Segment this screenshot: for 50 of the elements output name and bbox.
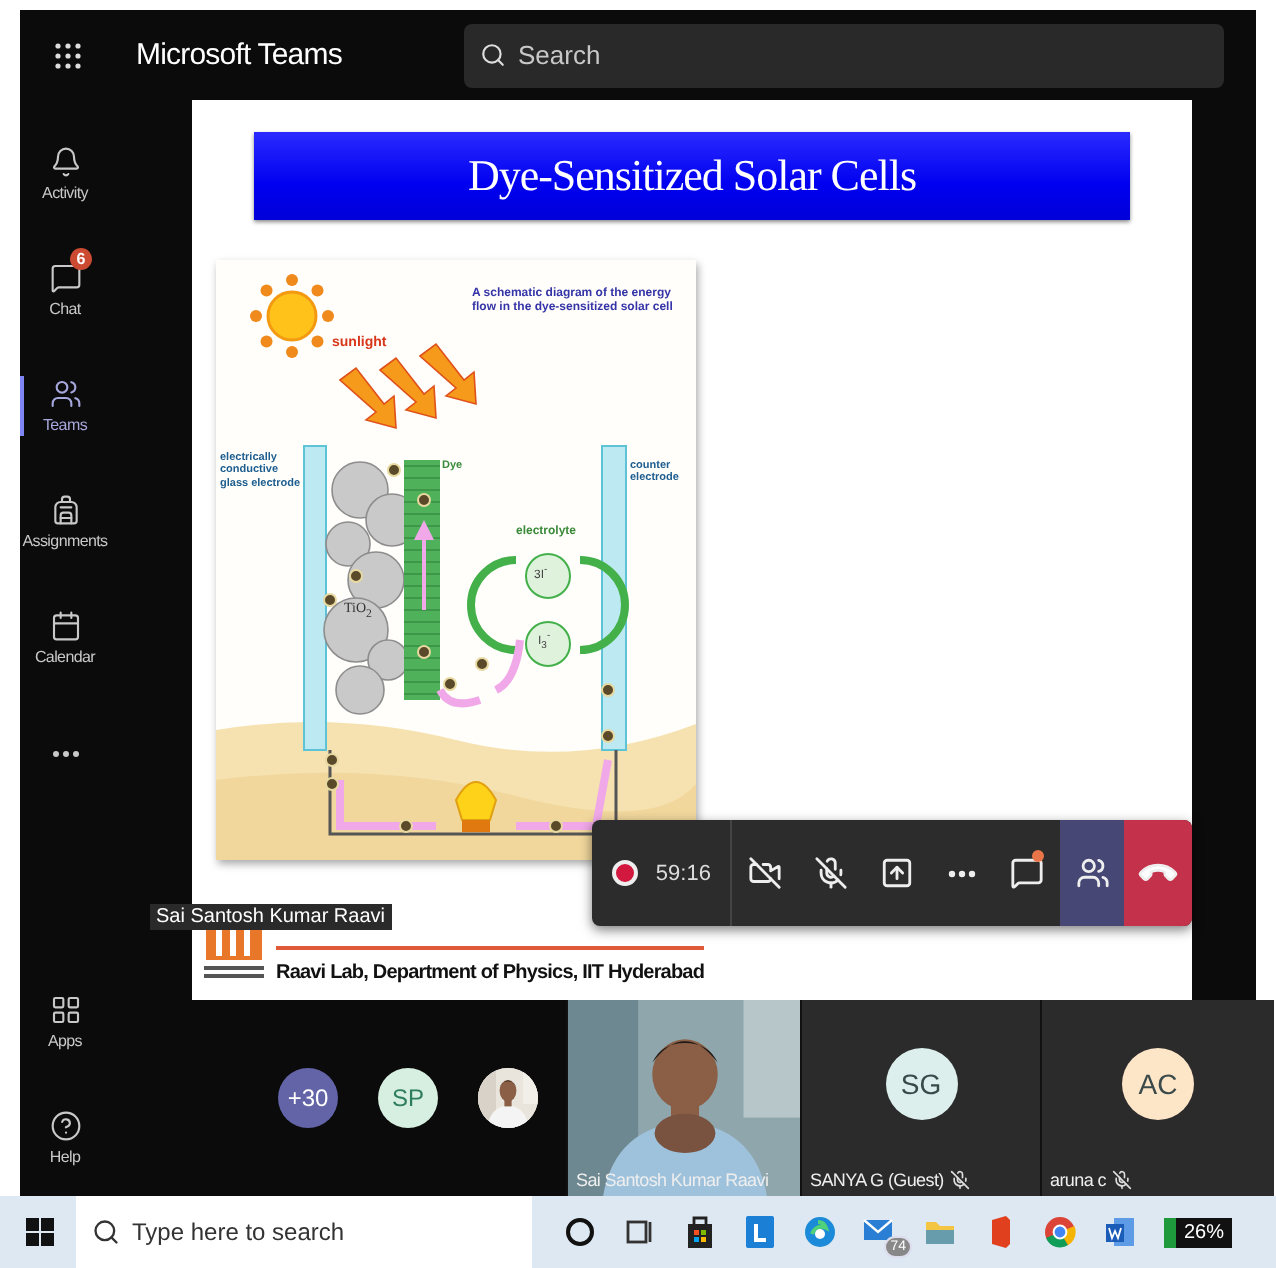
mic-off-icon bbox=[813, 856, 848, 890]
participant-name: aruna c bbox=[1050, 1170, 1106, 1190]
camera-off-icon bbox=[748, 856, 783, 890]
call-timer: 59:16 bbox=[655, 861, 711, 885]
rail-item[interactable]: Assignments bbox=[20, 464, 110, 580]
bell-icon bbox=[49, 146, 81, 178]
battery-indicator: 26% bbox=[1164, 1217, 1233, 1247]
browser-icon[interactable] bbox=[800, 1212, 840, 1252]
backpack-icon bbox=[49, 494, 81, 526]
windows-start-icon[interactable] bbox=[20, 1212, 60, 1252]
search-icon bbox=[480, 42, 506, 68]
chat-icon bbox=[1009, 856, 1044, 890]
rail-item[interactable]: Chat 6 bbox=[20, 232, 110, 348]
participants-button[interactable] bbox=[1059, 820, 1125, 926]
rail-item[interactable]: Activity bbox=[20, 116, 110, 232]
presenter-name: Sai Santosh Kumar Raavi bbox=[150, 904, 392, 930]
participant-avatar: SG bbox=[885, 1048, 957, 1120]
rail-item[interactable]: Apps bbox=[20, 964, 110, 1080]
taskbar-search-field[interactable]: Type here to search bbox=[76, 1196, 532, 1268]
more-icon bbox=[51, 750, 79, 758]
more-icon bbox=[947, 869, 976, 877]
more-participants-count[interactable]: +30 bbox=[278, 1068, 338, 1128]
participant-avatar[interactable]: SP bbox=[378, 1068, 438, 1128]
chat-icon bbox=[49, 262, 81, 294]
help-icon bbox=[49, 1110, 81, 1142]
app-title: Microsoft Teams bbox=[136, 38, 344, 72]
apps-icon bbox=[49, 994, 81, 1026]
participant-name: SANYA G (Guest) bbox=[810, 1170, 944, 1190]
people-icon bbox=[1075, 856, 1110, 890]
unread-badge: 6 bbox=[70, 248, 92, 270]
word-icon[interactable] bbox=[1100, 1212, 1140, 1252]
chrome-icon[interactable] bbox=[1040, 1212, 1080, 1252]
app-tile-icon[interactable] bbox=[740, 1212, 780, 1252]
participant-name: Sai Santosh Kumar Raavi bbox=[576, 1170, 769, 1190]
rail-item[interactable]: Help bbox=[20, 1080, 110, 1196]
people-icon bbox=[49, 378, 81, 410]
participant-avatar[interactable] bbox=[478, 1068, 538, 1128]
search-field[interactable]: Search bbox=[464, 23, 1224, 87]
unread-dot bbox=[1031, 850, 1044, 862]
calendar-icon bbox=[49, 610, 81, 642]
search-icon bbox=[92, 1218, 120, 1246]
share-icon bbox=[879, 856, 914, 890]
rail-item[interactable]: Calendar bbox=[20, 580, 110, 696]
hang-up-button[interactable] bbox=[1124, 820, 1192, 926]
slide-footer: Raavi Lab, Department of Physics, IIT Hyderabad bbox=[276, 946, 705, 984]
participant-avatar: AC bbox=[1122, 1048, 1194, 1120]
rail-item[interactable]: Teams bbox=[20, 348, 110, 464]
app-launcher-icon[interactable] bbox=[54, 41, 82, 69]
slide-title: Dye-Sensitized Solar Cells bbox=[467, 150, 917, 202]
circle-icon[interactable] bbox=[560, 1212, 600, 1252]
